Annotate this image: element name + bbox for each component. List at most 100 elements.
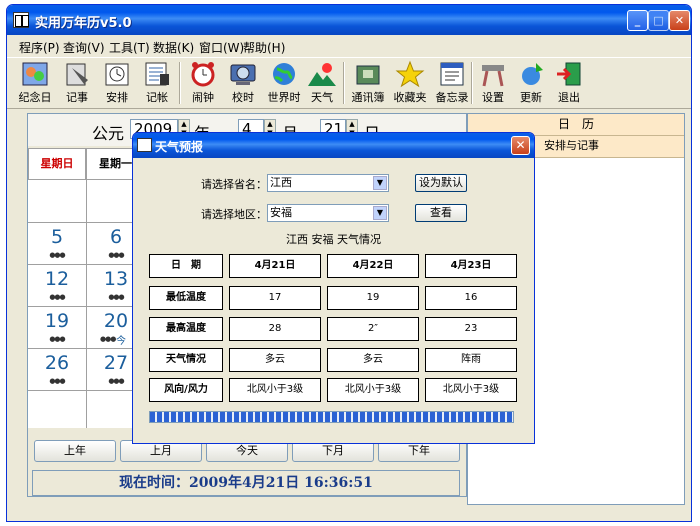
row-label-low-temp: 最低温度: [149, 286, 223, 310]
forecast-wind: 北风小于3级: [229, 378, 321, 402]
forecast-low-temp: 17: [229, 286, 321, 310]
window-title: 实用万年历v5.0: [35, 16, 132, 31]
toolbar-settings-button[interactable]: 设置: [475, 60, 511, 108]
toolbar-exit-button[interactable]: 退出: [551, 60, 587, 108]
current-time-display: 现在时间：2009年4月21日 16:36:51: [32, 470, 460, 496]
toolbar-separator: [179, 62, 181, 104]
toolbar-ledger-button[interactable]: 记帐: [139, 60, 175, 108]
province-label: 请选择省名：: [201, 178, 267, 191]
world-time-icon: [273, 63, 295, 85]
weather-situation-title: 江西 安福 天气情况: [286, 233, 381, 246]
toolbar-addressbook-button[interactable]: 通讯簿: [347, 60, 389, 108]
toolbar-alarm-button[interactable]: 闹钟: [185, 60, 221, 108]
toolbar-weather-button[interactable]: 天气: [305, 60, 339, 108]
row-label-date: 日 期: [149, 254, 223, 278]
menu-help[interactable]: 帮助(H): [243, 39, 285, 56]
menu-bar: 程序(P) 查询(V) 工具(T) 数据(K) 窗口(W) 帮助(H): [7, 36, 691, 56]
forecast-date: 4月22日: [327, 254, 419, 278]
toolbar-notes-button[interactable]: 记事: [59, 60, 95, 108]
toolbar-memorial-button[interactable]: 纪念日: [15, 60, 55, 108]
forecast-wind: 北风小于3级: [327, 378, 419, 402]
forecast-date: 4月21日: [229, 254, 321, 278]
grid-line: [28, 222, 148, 223]
dialog-close-button[interactable]: ✕: [511, 136, 530, 155]
weather-dialog: 天气预报 ✕ 请选择省名： 江西 ▼ 设为默认 请选择地区： 安福 ▼ 查看 江…: [132, 132, 535, 444]
forecast-date: 4月23日: [425, 254, 517, 278]
day-marker-icon: ●●●: [49, 335, 65, 343]
area-select[interactable]: 安福 ▼: [267, 204, 389, 222]
app-calendar-icon: [13, 12, 29, 28]
schedule-icon: [105, 63, 129, 86]
weekday-header-sunday: 星期日: [28, 148, 86, 180]
address-book-icon: [356, 65, 380, 85]
row-label-high-temp: 最高温度: [149, 317, 223, 341]
menu-tools[interactable]: 工具(T): [109, 39, 150, 56]
forecast-weather: 多云: [327, 348, 419, 372]
forecast-low-temp: 19: [327, 286, 419, 310]
day-marker-icon: ●●●: [49, 293, 65, 301]
forecast-low-temp: 16: [425, 286, 517, 310]
grid-line: [28, 390, 148, 391]
calendar-day[interactable]: 5: [29, 226, 85, 248]
time-sync-icon: [230, 64, 256, 85]
settings-icon: [482, 65, 504, 87]
maximize-button[interactable]: □: [648, 10, 669, 31]
forecast-weather: 阵雨: [425, 348, 517, 372]
area-label: 请选择地区：: [201, 208, 267, 221]
day-note: 今: [116, 336, 126, 347]
notes-icon: [66, 63, 88, 86]
prev-year-button[interactable]: 上年: [34, 440, 116, 462]
calendar-day[interactable]: 26: [29, 352, 85, 374]
view-button[interactable]: 查看: [415, 204, 467, 222]
memo-icon: [440, 62, 464, 86]
forecast-high-temp: 23: [425, 317, 517, 341]
day-marker-icon: ●●●: [49, 377, 65, 385]
grid-line: [28, 306, 148, 307]
area-value: 安福: [270, 206, 292, 219]
forecast-high-temp: 2″: [327, 317, 419, 341]
calendar-day[interactable]: 12: [29, 268, 85, 290]
toolbar-timesync-button[interactable]: 校时: [225, 60, 261, 108]
forecast-weather: 多云: [229, 348, 321, 372]
forecast-wind: 北风小于3级: [425, 378, 517, 402]
dialog-app-icon: [137, 138, 152, 152]
toolbar: 纪念日 记事 安排 记帐 闹钟 校时 世界时 天气 通讯簿 收藏夹 备忘录 设置…: [7, 57, 691, 109]
menu-data[interactable]: 数据(K): [153, 39, 194, 56]
row-label-wind: 风向/风力: [149, 378, 223, 402]
toolbar-separator: [471, 62, 473, 104]
toolbar-memo-button[interactable]: 备忘录: [431, 60, 473, 108]
loading-progress-bar: [149, 411, 514, 423]
calendar-day[interactable]: 19: [29, 310, 85, 332]
day-marker-icon: ●●●: [49, 251, 65, 259]
exit-icon: [557, 62, 581, 86]
toolbar-worldtime-button[interactable]: 世界时: [263, 60, 305, 108]
dialog-title-bar[interactable]: 天气预报 ✕: [133, 133, 534, 158]
memorial-icon: [22, 62, 48, 86]
chevron-down-icon[interactable]: ▼: [373, 206, 387, 220]
update-icon: [522, 63, 543, 85]
era-label: 公元: [92, 124, 125, 143]
toolbar-update-button[interactable]: 更新: [513, 60, 549, 108]
grid-line: [28, 264, 148, 265]
toolbar-favorites-button[interactable]: 收藏夹: [389, 60, 431, 108]
forecast-high-temp: 28: [229, 317, 321, 341]
title-bar[interactable]: 实用万年历v5.0 _ □ ✕: [7, 5, 691, 35]
toolbar-schedule-button[interactable]: 安排: [99, 60, 135, 108]
close-button[interactable]: ✕: [669, 10, 690, 31]
grid-line: [28, 348, 148, 349]
weather-icon: [308, 63, 336, 86]
minimize-button[interactable]: _: [627, 10, 648, 31]
ledger-icon: [145, 62, 169, 86]
menu-program[interactable]: 程序(P): [19, 39, 60, 56]
menu-query[interactable]: 查询(V): [63, 39, 105, 56]
chevron-down-icon[interactable]: ▼: [373, 176, 387, 190]
dialog-title: 天气预报: [155, 140, 204, 154]
set-default-button[interactable]: 设为默认: [415, 174, 467, 192]
province-value: 江西: [270, 176, 292, 189]
menu-window[interactable]: 窗口(W): [199, 39, 244, 56]
province-select[interactable]: 江西 ▼: [267, 174, 389, 192]
toolbar-separator: [343, 62, 345, 104]
favorites-icon: [395, 60, 425, 88]
alarm-clock-icon: [191, 62, 215, 87]
row-label-weather: 天气情况: [149, 348, 223, 372]
